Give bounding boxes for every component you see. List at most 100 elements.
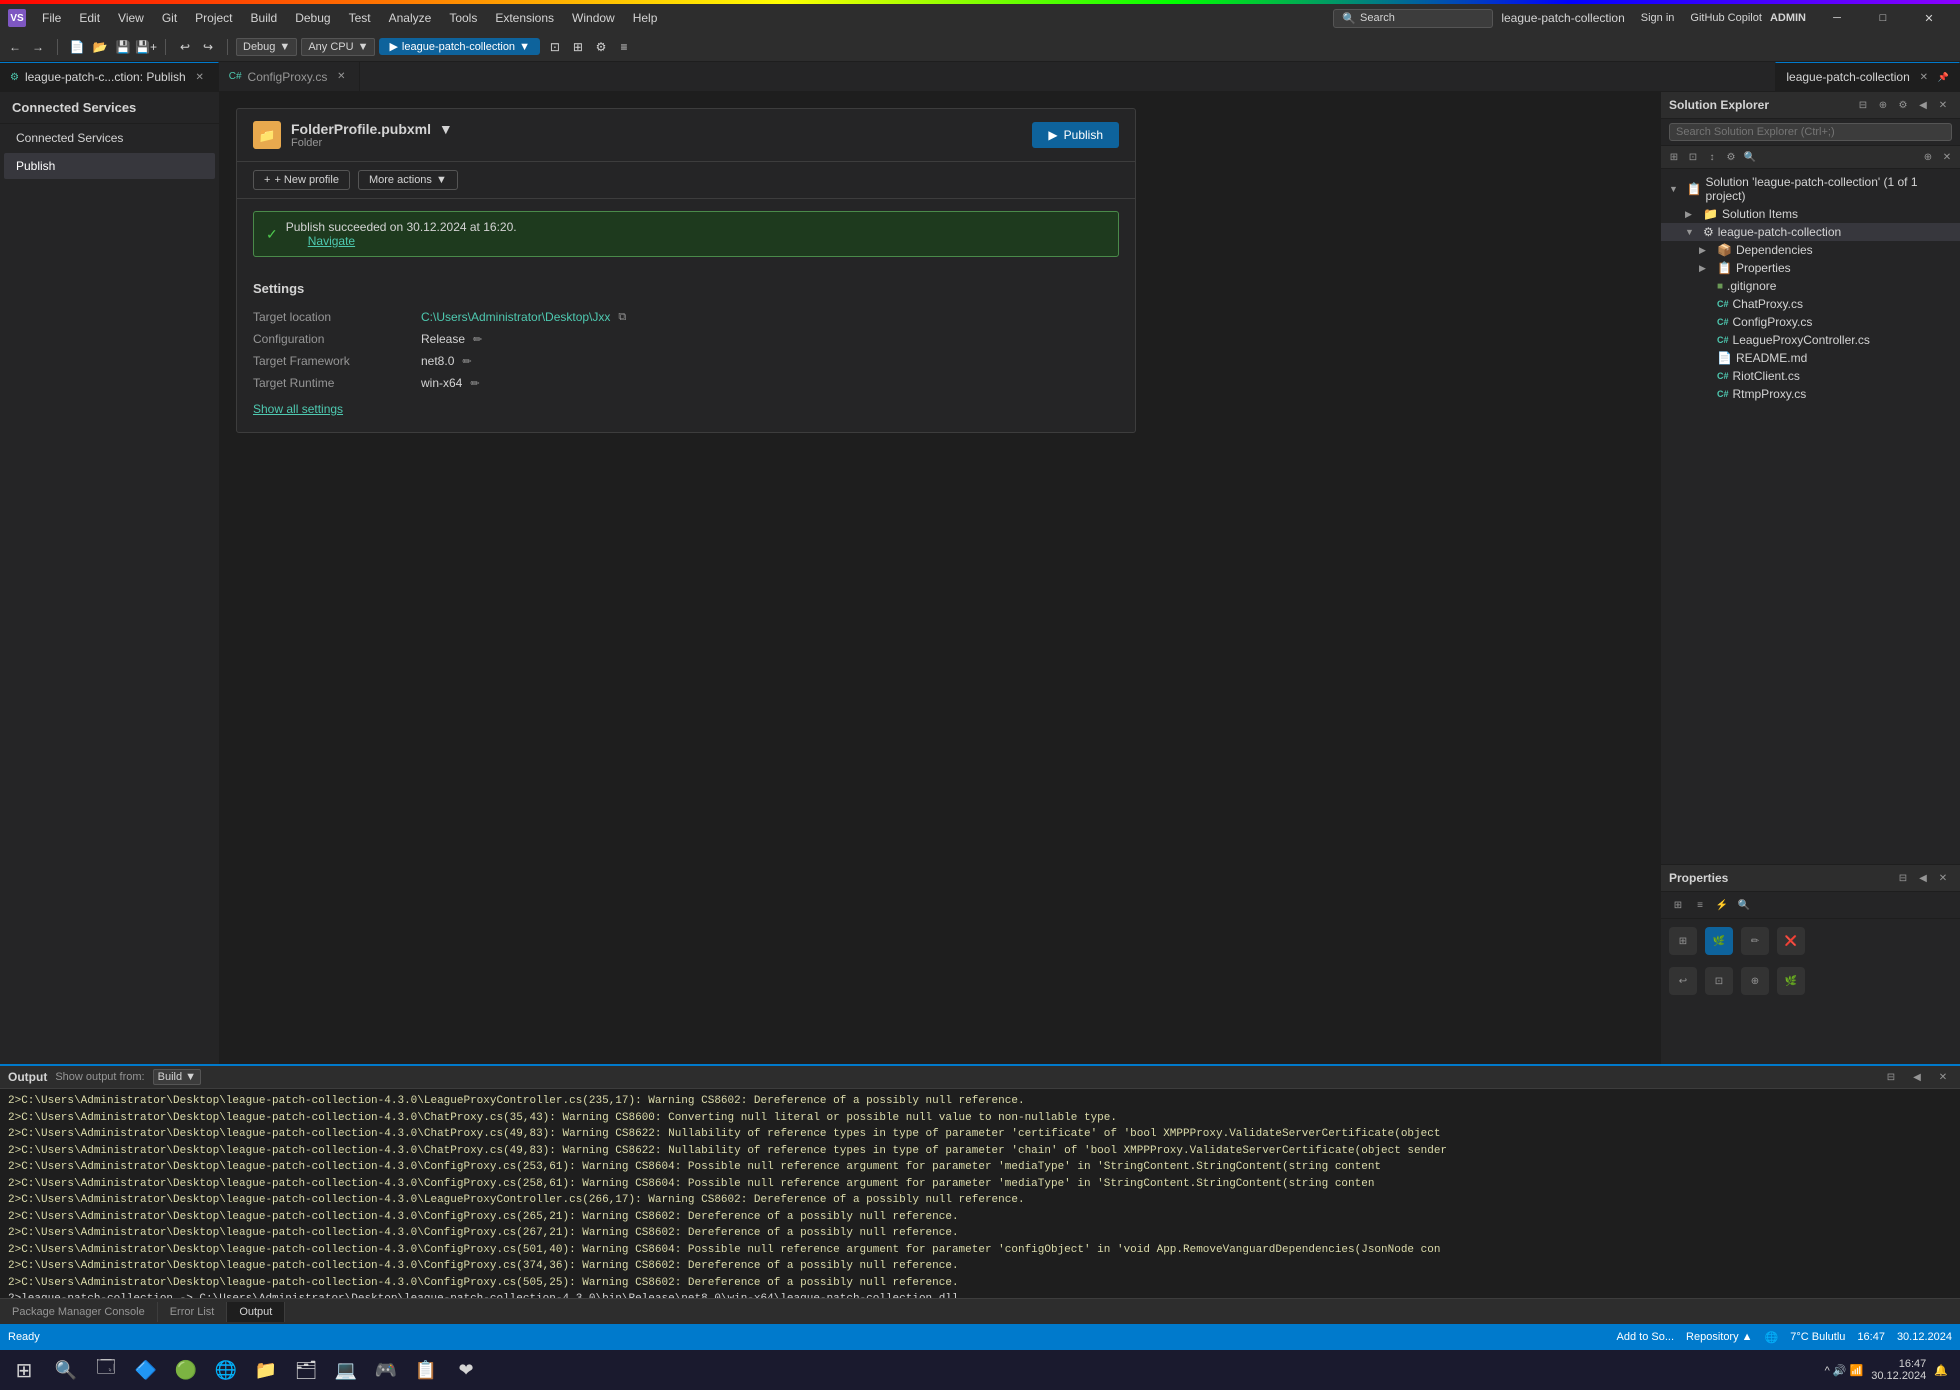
menu-help[interactable]: Help [625,9,666,27]
prop-icon-7[interactable]: ⊕ [1741,967,1769,995]
publish-button[interactable]: ▶ Publish [1032,122,1119,148]
se-toolbar-btn-2[interactable]: ⊡ [1684,148,1702,166]
solution-explorer-ctrl-1[interactable]: ⊟ [1854,96,1872,114]
menu-git[interactable]: Git [154,9,185,27]
taskbar-icon-browser[interactable]: 🌐 [208,1352,244,1388]
properties-ctrl-2[interactable]: ◀ [1914,869,1932,887]
prop-icon-8[interactable]: 🌿 [1777,967,1805,995]
tree-item-readme[interactable]: 📄 README.md [1661,349,1960,367]
prop-icon-3[interactable]: ✏ [1741,927,1769,955]
tab-publish-close[interactable]: ✕ [192,69,208,85]
prop-icon-6[interactable]: ⊡ [1705,967,1733,995]
setting-value-target-location[interactable]: C:\Users\Administrator\Desktop\Jxx [421,310,610,324]
menu-debug[interactable]: Debug [287,9,338,27]
more-actions-button[interactable]: More actions ▼ [358,170,458,190]
back-button[interactable]: ← [4,36,26,58]
props-toolbar-3[interactable]: ⚡ [1713,896,1731,914]
taskbar-task-view[interactable]: 🗔 [88,1352,124,1388]
taskbar-search[interactable]: 🔍 [48,1352,84,1388]
tree-item-solution[interactable]: ▼ 📋 Solution 'league-patch-collection' (… [1661,173,1960,205]
menu-project[interactable]: Project [187,9,240,27]
copy-icon-target[interactable]: ⧉ [618,311,626,324]
menu-window[interactable]: Window [564,9,623,27]
menu-analyze[interactable]: Analyze [381,9,440,27]
status-add-source-control[interactable]: Add to So... [1617,1331,1674,1343]
prop-icon-2[interactable]: 🌿 [1705,927,1733,955]
menu-file[interactable]: File [34,9,69,27]
save-button[interactable]: 💾 [112,36,134,58]
toolbar-btn-4[interactable]: ≡ [613,36,635,58]
menu-test[interactable]: Test [341,9,379,27]
toolbar-btn-1[interactable]: ⊡ [544,36,566,58]
props-toolbar-4[interactable]: 🔍 [1735,896,1753,914]
edit-icon-configuration[interactable]: ✏ [473,333,482,346]
start-button[interactable]: ⊞ [4,1350,44,1390]
cpu-selector[interactable]: Any CPU ▼ [301,38,375,56]
tab-package-manager[interactable]: Package Manager Console [0,1302,158,1322]
taskbar-icon-spotify[interactable]: 🟢 [168,1352,204,1388]
menu-tools[interactable]: Tools [441,9,485,27]
tree-item-riotclient[interactable]: C# RiotClient.cs [1661,367,1960,385]
tab-error-list[interactable]: Error List [158,1302,228,1322]
tab-configproxy[interactable]: C# ConfigProxy.cs ✕ [219,62,361,91]
menu-edit[interactable]: Edit [71,9,108,27]
se-toolbar-btn-7[interactable]: ✕ [1938,148,1956,166]
props-toolbar-1[interactable]: ⊞ [1669,896,1687,914]
tree-item-project[interactable]: ▼ ⚙ league-patch-collection [1661,223,1960,241]
taskbar-icon-red[interactable]: ❤ [448,1352,484,1388]
se-toolbar-btn-6[interactable]: ⊕ [1919,148,1937,166]
tree-item-leagueproxycontroller[interactable]: C# LeagueProxyController.cs [1661,331,1960,349]
toolbar-btn-3[interactable]: ⚙ [590,36,612,58]
taskbar-icon-1[interactable]: 🔷 [128,1352,164,1388]
save-all-button[interactable]: 💾+ [135,36,157,58]
tab-output[interactable]: Output [227,1302,285,1322]
output-ctrl-2[interactable]: ◀ [1908,1068,1926,1086]
tree-item-gitignore[interactable]: ■ .gitignore [1661,277,1960,295]
search-box[interactable]: 🔍 Search [1333,9,1493,28]
tree-item-properties[interactable]: ▶ 📋 Properties [1661,259,1960,277]
open-file-button[interactable]: 📂 [89,36,111,58]
taskbar-icon-game[interactable]: 🎮 [368,1352,404,1388]
maximize-button[interactable]: □ [1860,4,1906,32]
status-repository[interactable]: Repository ▲ [1686,1331,1753,1343]
prop-icon-1[interactable]: ⊞ [1669,927,1697,955]
output-source-selector[interactable]: Build ▼ [153,1069,201,1085]
output-ctrl-1[interactable]: ⊟ [1882,1068,1900,1086]
profile-dropdown-icon[interactable]: ▼ [439,121,453,137]
prop-icon-4[interactable]: ❌ [1777,927,1805,955]
tab-secondary-project[interactable]: league-patch-collection ✕ 📌 [1775,62,1960,91]
se-toolbar-btn-1[interactable]: ⊞ [1665,148,1683,166]
taskbar-icon-notes[interactable]: 📋 [408,1352,444,1388]
minimize-button[interactable]: ─ [1814,4,1860,32]
solution-explorer-ctrl-4[interactable]: ◀ [1914,96,1932,114]
play-button[interactable]: ▶ league-patch-collection ▼ [379,38,540,55]
tree-item-solution-items[interactable]: ▶ 📁 Solution Items [1661,205,1960,223]
solution-explorer-ctrl-2[interactable]: ⊕ [1874,96,1892,114]
tree-item-configproxy[interactable]: C# ConfigProxy.cs [1661,313,1960,331]
menu-build[interactable]: Build [243,9,286,27]
output-ctrl-3[interactable]: ✕ [1934,1068,1952,1086]
properties-ctrl-3[interactable]: ✕ [1934,869,1952,887]
tree-item-chatproxy[interactable]: C# ChatProxy.cs [1661,295,1960,313]
undo-button[interactable]: ↩ [174,36,196,58]
sidebar-item-publish[interactable]: Publish [4,153,215,179]
toolbar-btn-2[interactable]: ⊞ [567,36,589,58]
solution-explorer-ctrl-3[interactable]: ⚙ [1894,96,1912,114]
prop-icon-5[interactable]: ↩ [1669,967,1697,995]
edit-icon-target-runtime[interactable]: ✏ [470,377,479,390]
edit-icon-target-framework[interactable]: ✏ [462,355,471,368]
sign-in-button[interactable]: Sign in [1633,10,1683,26]
new-file-button[interactable]: 📄 [66,36,88,58]
menu-view[interactable]: View [110,9,152,27]
se-toolbar-btn-4[interactable]: ⚙ [1722,148,1740,166]
redo-button[interactable]: ↪ [197,36,219,58]
forward-button[interactable]: → [27,36,49,58]
tab-publish[interactable]: ⚙ league-patch-c...ction: Publish ✕ [0,62,219,91]
sidebar-item-connected-services[interactable]: Connected Services [4,125,215,151]
props-toolbar-2[interactable]: ≡ [1691,896,1709,914]
tree-item-rtmpproxy[interactable]: C# RtmpProxy.cs [1661,385,1960,403]
navigate-link[interactable]: Navigate [308,234,517,248]
solution-explorer-ctrl-5[interactable]: ✕ [1934,96,1952,114]
close-button[interactable]: ✕ [1906,4,1952,32]
search-solution-input[interactable] [1669,123,1952,141]
